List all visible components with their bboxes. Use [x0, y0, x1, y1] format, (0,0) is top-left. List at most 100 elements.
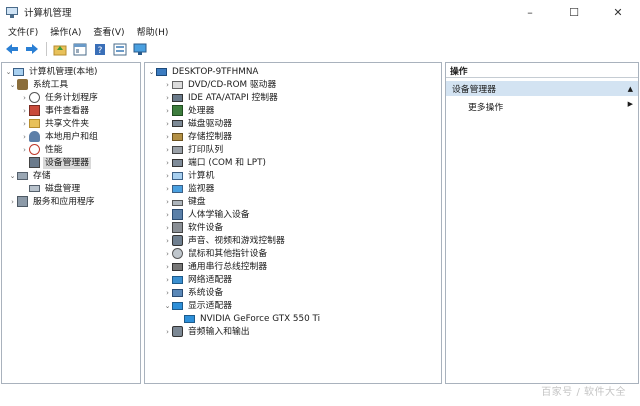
tree-item-device-manager[interactable]: 设备管理器 [20, 156, 91, 169]
device-category-software[interactable]: › 软件设备 [163, 221, 225, 234]
display-icon[interactable] [132, 41, 148, 57]
more-actions-link[interactable]: 更多操作 [468, 100, 503, 113]
expand-icon[interactable]: › [163, 105, 172, 117]
collapse-icon[interactable]: ⌄ [147, 66, 156, 78]
menu-action[interactable]: 操作(A) [46, 25, 85, 38]
disk-drive-icon [172, 120, 183, 127]
tree-item-task-scheduler[interactable]: › 任务计划程序 [20, 91, 100, 104]
chevron-right-icon[interactable]: ▶ [628, 100, 633, 108]
tree-item-services-apps[interactable]: › 服务和应用程序 [8, 195, 97, 208]
device-tree-pane[interactable]: ⌄ DESKTOP-9TFHMNA › DVD/CD-ROM 驱动器 › IDE… [144, 62, 442, 384]
port-icon [172, 158, 183, 167]
expand-icon[interactable]: › [163, 209, 172, 221]
expand-icon[interactable]: › [163, 222, 172, 234]
tree-item-local-users[interactable]: › 本地用户和组 [20, 130, 100, 143]
gpu-icon [184, 314, 195, 323]
device-category-mouse[interactable]: › 鼠标和其他指针设备 [163, 247, 269, 260]
up-folder-icon[interactable] [52, 41, 68, 57]
expand-icon[interactable]: › [163, 118, 172, 130]
properties-icon[interactable] [112, 41, 128, 57]
device-category-audio-io[interactable]: › 音频输入和输出 [163, 325, 252, 338]
device-category-computer[interactable]: › 计算机 [163, 169, 216, 182]
actions-header: 操作 [446, 63, 638, 78]
tree-item-performance[interactable]: › 性能 [20, 143, 65, 156]
collapse-icon[interactable]: ⌄ [4, 66, 13, 78]
minimize-button[interactable]: – [508, 0, 552, 24]
tree-item-event-viewer[interactable]: › 事件查看器 [20, 104, 91, 117]
collapse-icon[interactable]: ⌄ [8, 79, 17, 91]
expand-icon[interactable]: › [163, 235, 172, 247]
collapse-icon[interactable]: ⌄ [163, 300, 172, 312]
expand-icon[interactable]: › [163, 196, 172, 208]
expand-icon[interactable]: › [163, 183, 172, 195]
software-device-icon [172, 222, 183, 233]
expand-icon[interactable]: › [163, 248, 172, 260]
expand-icon[interactable]: › [20, 144, 29, 156]
device-category-disk-drive[interactable]: › 磁盘驱动器 [163, 117, 234, 130]
tree-item-computer-management[interactable]: ⌄ 计算机管理(本地) [4, 65, 99, 78]
menu-bar: 文件(F) 操作(A) 查看(V) 帮助(H) [0, 24, 640, 39]
device-category-hid[interactable]: › 人体学输入设备 [163, 208, 252, 221]
expand-icon[interactable]: › [163, 274, 172, 286]
expand-icon[interactable]: › [163, 157, 172, 169]
processor-icon [172, 105, 183, 116]
tree-item-shared-folders[interactable]: › 共享文件夹 [20, 117, 91, 130]
network-adapter-icon [172, 275, 183, 284]
menu-file[interactable]: 文件(F) [4, 25, 42, 38]
device-manager-icon [29, 157, 40, 168]
forward-arrow-icon[interactable] [24, 41, 40, 57]
menu-view[interactable]: 查看(V) [89, 25, 128, 38]
event-viewer-icon [29, 105, 40, 116]
device-category-display[interactable]: ⌄ 显示适配器 [163, 299, 234, 312]
device-tree-root[interactable]: ⌄ DESKTOP-9TFHMNA [147, 65, 260, 78]
expand-icon[interactable]: › [8, 196, 17, 208]
close-button[interactable]: ✕ [596, 0, 640, 24]
clock-icon [29, 92, 40, 103]
title-bar: 计算机管理 – ☐ ✕ [0, 0, 640, 24]
device-category-ports[interactable]: › 端口 (COM 和 LPT) [163, 156, 268, 169]
help-icon[interactable]: ? [92, 41, 108, 57]
device-category-monitor[interactable]: › 监视器 [163, 182, 216, 195]
actions-section-label: 设备管理器 [452, 85, 496, 95]
show-hide-tree-icon[interactable] [72, 41, 88, 57]
device-category-dvd[interactable]: › DVD/CD-ROM 驱动器 [163, 78, 278, 91]
sound-icon [172, 235, 183, 246]
expand-icon[interactable]: › [20, 105, 29, 117]
device-category-network[interactable]: › 网络适配器 [163, 273, 234, 286]
device-category-sound[interactable]: › 声音、视频和游戏控制器 [163, 234, 287, 247]
expand-icon[interactable]: › [163, 131, 172, 143]
actions-section-device-manager[interactable]: 设备管理器 ▲ [446, 81, 638, 96]
expand-icon[interactable]: › [20, 118, 29, 130]
menu-help[interactable]: 帮助(H) [133, 25, 173, 38]
expand-icon[interactable]: › [163, 326, 172, 338]
expand-icon[interactable]: › [163, 92, 172, 104]
tree-item-system-tools[interactable]: ⌄ 系统工具 [8, 78, 70, 91]
expand-icon[interactable]: › [20, 131, 29, 143]
maximize-button[interactable]: ☐ [552, 0, 596, 24]
device-category-system[interactable]: › 系统设备 [163, 286, 225, 299]
storage-icon [17, 171, 28, 180]
device-category-ide[interactable]: › IDE ATA/ATAPI 控制器 [163, 91, 280, 104]
expand-icon[interactable]: › [163, 287, 172, 299]
expand-icon[interactable]: › [163, 170, 172, 182]
folder-icon [29, 119, 40, 128]
actions-pane: 操作 设备管理器 ▲ 更多操作 ▶ [445, 62, 639, 384]
device-category-processor[interactable]: › 处理器 [163, 104, 216, 117]
expand-icon[interactable]: › [163, 144, 172, 156]
window-title: 计算机管理 [24, 8, 72, 19]
collapse-up-icon[interactable]: ▲ [628, 85, 633, 93]
expand-icon[interactable]: › [20, 92, 29, 104]
audio-io-icon [172, 326, 183, 337]
tree-item-storage[interactable]: ⌄ 存储 [8, 169, 53, 182]
device-category-keyboard[interactable]: › 键盘 [163, 195, 208, 208]
device-category-storage-controller[interactable]: › 存储控制器 [163, 130, 234, 143]
device-category-print-queue[interactable]: › 打印队列 [163, 143, 225, 156]
navigation-tree-pane[interactable]: ⌄ 计算机管理(本地) ⌄ 系统工具 › 任务计划程序 › 事件查看器 › 共享… [1, 62, 141, 384]
expand-icon[interactable]: › [163, 261, 172, 273]
back-arrow-icon[interactable] [4, 41, 20, 57]
device-item-gpu[interactable]: NVIDIA GeForce GTX 550 Ti [175, 312, 322, 325]
collapse-icon[interactable]: ⌄ [8, 170, 17, 182]
expand-icon[interactable]: › [163, 79, 172, 91]
device-category-usb[interactable]: › 通用串行总线控制器 [163, 260, 269, 273]
tree-item-disk-management[interactable]: 磁盘管理 [20, 182, 82, 195]
